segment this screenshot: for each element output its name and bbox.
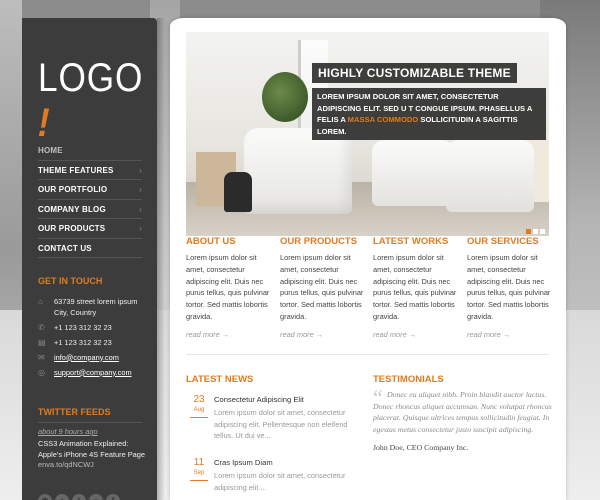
tweet-time-link[interactable]: about 9 hours ago xyxy=(38,427,98,436)
news-item: 23 Aug Consectetur Adipiscing Elit Lorem… xyxy=(186,394,356,442)
tweet-text: CSS3 Animation Explained: Apple's iPhone… xyxy=(38,439,146,469)
news-title-link[interactable]: Cras Ipsum Diam xyxy=(214,457,356,468)
divider xyxy=(38,422,142,423)
chevron-right-icon: › xyxy=(139,224,142,233)
contact-email: ✉ info@company.com xyxy=(38,353,148,364)
column-our-products: OUR PRODUCTS Lorem ipsum dolor sit amet,… xyxy=(280,236,364,339)
contact-fax: ▤ +1 123 312 32 23 xyxy=(38,337,112,347)
news-title-link[interactable]: Consectetur Adipiscing Elit xyxy=(214,394,356,405)
main-content: HIGHLY CUSTOMIZABLE THEME LOREM IPSUM DO… xyxy=(170,18,566,500)
chevron-right-icon: › xyxy=(139,204,142,214)
testimonial: “ Donec eu aliquet nibh. Proin blandit a… xyxy=(373,385,553,453)
news-item: 11 Sep Cras Ipsum Diam Lorem ipsum dolor… xyxy=(186,457,356,493)
nav-item-theme-features[interactable]: THEME FEATURES › xyxy=(38,161,142,180)
rss-icon[interactable]: ◉ xyxy=(38,494,52,500)
twitter-icon[interactable]: t xyxy=(72,494,86,500)
read-more-link[interactable]: read more → xyxy=(186,330,270,339)
read-more-link[interactable]: read more → xyxy=(280,330,364,339)
column-title: OUR PRODUCTS xyxy=(280,236,358,247)
slider-title: HIGHLY CUSTOMIZABLE THEME xyxy=(312,63,517,83)
column-text: Lorem ipsum dolor sit amet, consectetur … xyxy=(467,253,551,321)
read-more-link[interactable]: read more → xyxy=(467,330,551,339)
nav-item-home[interactable]: HOME xyxy=(38,141,142,161)
facebook-icon[interactable]: f xyxy=(106,494,120,500)
twitter-heading: TWITTER FEEDS xyxy=(38,407,111,417)
latest-news-heading: LATEST NEWS xyxy=(186,374,254,385)
social-icons: ◉ ● t ∞ f xyxy=(38,494,120,500)
column-text: Lorem ipsum dolor sit amet, consectetur … xyxy=(373,253,457,321)
main-nav: HOME THEME FEATURES › OUR PORTFOLIO › COMP… xyxy=(38,141,142,258)
testimonial-quote: Donec eu aliquet nibh. Proin blandit auc… xyxy=(373,390,552,434)
news-date: 23 Aug xyxy=(190,394,208,418)
dribbble-icon[interactable]: ● xyxy=(55,494,69,500)
fax-icon: ▤ xyxy=(38,337,46,347)
chevron-right-icon: › xyxy=(139,165,142,175)
contact-address: ⌂ 63739 street lorem ipsum City, Country xyxy=(38,297,138,317)
contact-list: ⌂ 63739 street lorem ipsum City, Country … xyxy=(38,297,148,383)
contact-heading: GET IN TOUCH xyxy=(38,276,103,286)
column-about-us: ABOUT US Lorem ipsum dolor sit amet, con… xyxy=(186,236,270,339)
sidebar: LOGO! HOME THEME FEATURES › OUR PORTFOLIO… xyxy=(22,18,165,500)
hero-slider[interactable]: HIGHLY CUSTOMIZABLE THEME LOREM IPSUM DO… xyxy=(186,32,549,236)
column-our-services: OUR SERVICES Lorem ipsum dolor sit amet,… xyxy=(467,236,551,339)
column-latest-works: LATEST WORKS Lorem ipsum dolor sit amet,… xyxy=(373,236,457,339)
email-link[interactable]: info@company.com xyxy=(54,353,119,362)
site-logo[interactable]: LOGO! xyxy=(34,56,143,146)
column-title: ABOUT US xyxy=(186,236,236,247)
read-more-link[interactable]: read more → xyxy=(373,330,457,339)
quote-icon: “ xyxy=(373,385,383,410)
contact-support: ◎ support@company.com xyxy=(38,368,148,379)
news-excerpt: Lorem ipsum dolor sit amet, consectetur … xyxy=(214,408,348,440)
chevron-right-icon: › xyxy=(139,185,142,194)
mail-icon: ✉ xyxy=(38,352,45,362)
nav-item-our-products[interactable]: OUR PRODUCTS › xyxy=(38,219,142,239)
support-link[interactable]: support@company.com xyxy=(54,368,132,377)
contact-phone: ✆ +1 123 312 32 23 xyxy=(38,322,112,332)
phone-icon: ✆ xyxy=(38,322,45,332)
nav-item-company-blog[interactable]: COMPANY BLOG › xyxy=(38,200,142,219)
tweet-link[interactable]: enva.to/qdNCWJ xyxy=(38,460,94,469)
slide-dot-2[interactable] xyxy=(533,229,538,234)
column-title: OUR SERVICES xyxy=(467,236,539,247)
slider-caption: LOREM IPSUM DOLOR SIT AMET, CONSECTETUR … xyxy=(312,88,546,140)
slide-dot-1[interactable] xyxy=(526,229,531,234)
support-icon: ◎ xyxy=(38,367,45,377)
nav-item-contact-us[interactable]: CONTACT US xyxy=(38,239,142,258)
column-title: LATEST WORKS xyxy=(373,236,449,247)
flickr-icon[interactable]: ∞ xyxy=(89,494,103,500)
slide-dot-3[interactable] xyxy=(540,229,545,234)
news-excerpt: Lorem ipsum dolor sit amet, consectetur … xyxy=(214,471,346,492)
home-icon: ⌂ xyxy=(38,297,43,306)
column-text: Lorem ipsum dolor sit amet, consectetur … xyxy=(186,253,270,321)
news-date: 11 Sep xyxy=(190,457,208,481)
column-text: Lorem ipsum dolor sit amet, consectetur … xyxy=(280,253,364,321)
testimonials-heading: TESTIMONIALS xyxy=(373,374,444,385)
divider xyxy=(186,354,549,355)
testimonial-author: John Doe, CEO Company Inc. xyxy=(373,443,469,453)
slider-pagination xyxy=(526,229,545,234)
nav-item-our-portfolio[interactable]: OUR PORTFOLIO › xyxy=(38,180,142,200)
